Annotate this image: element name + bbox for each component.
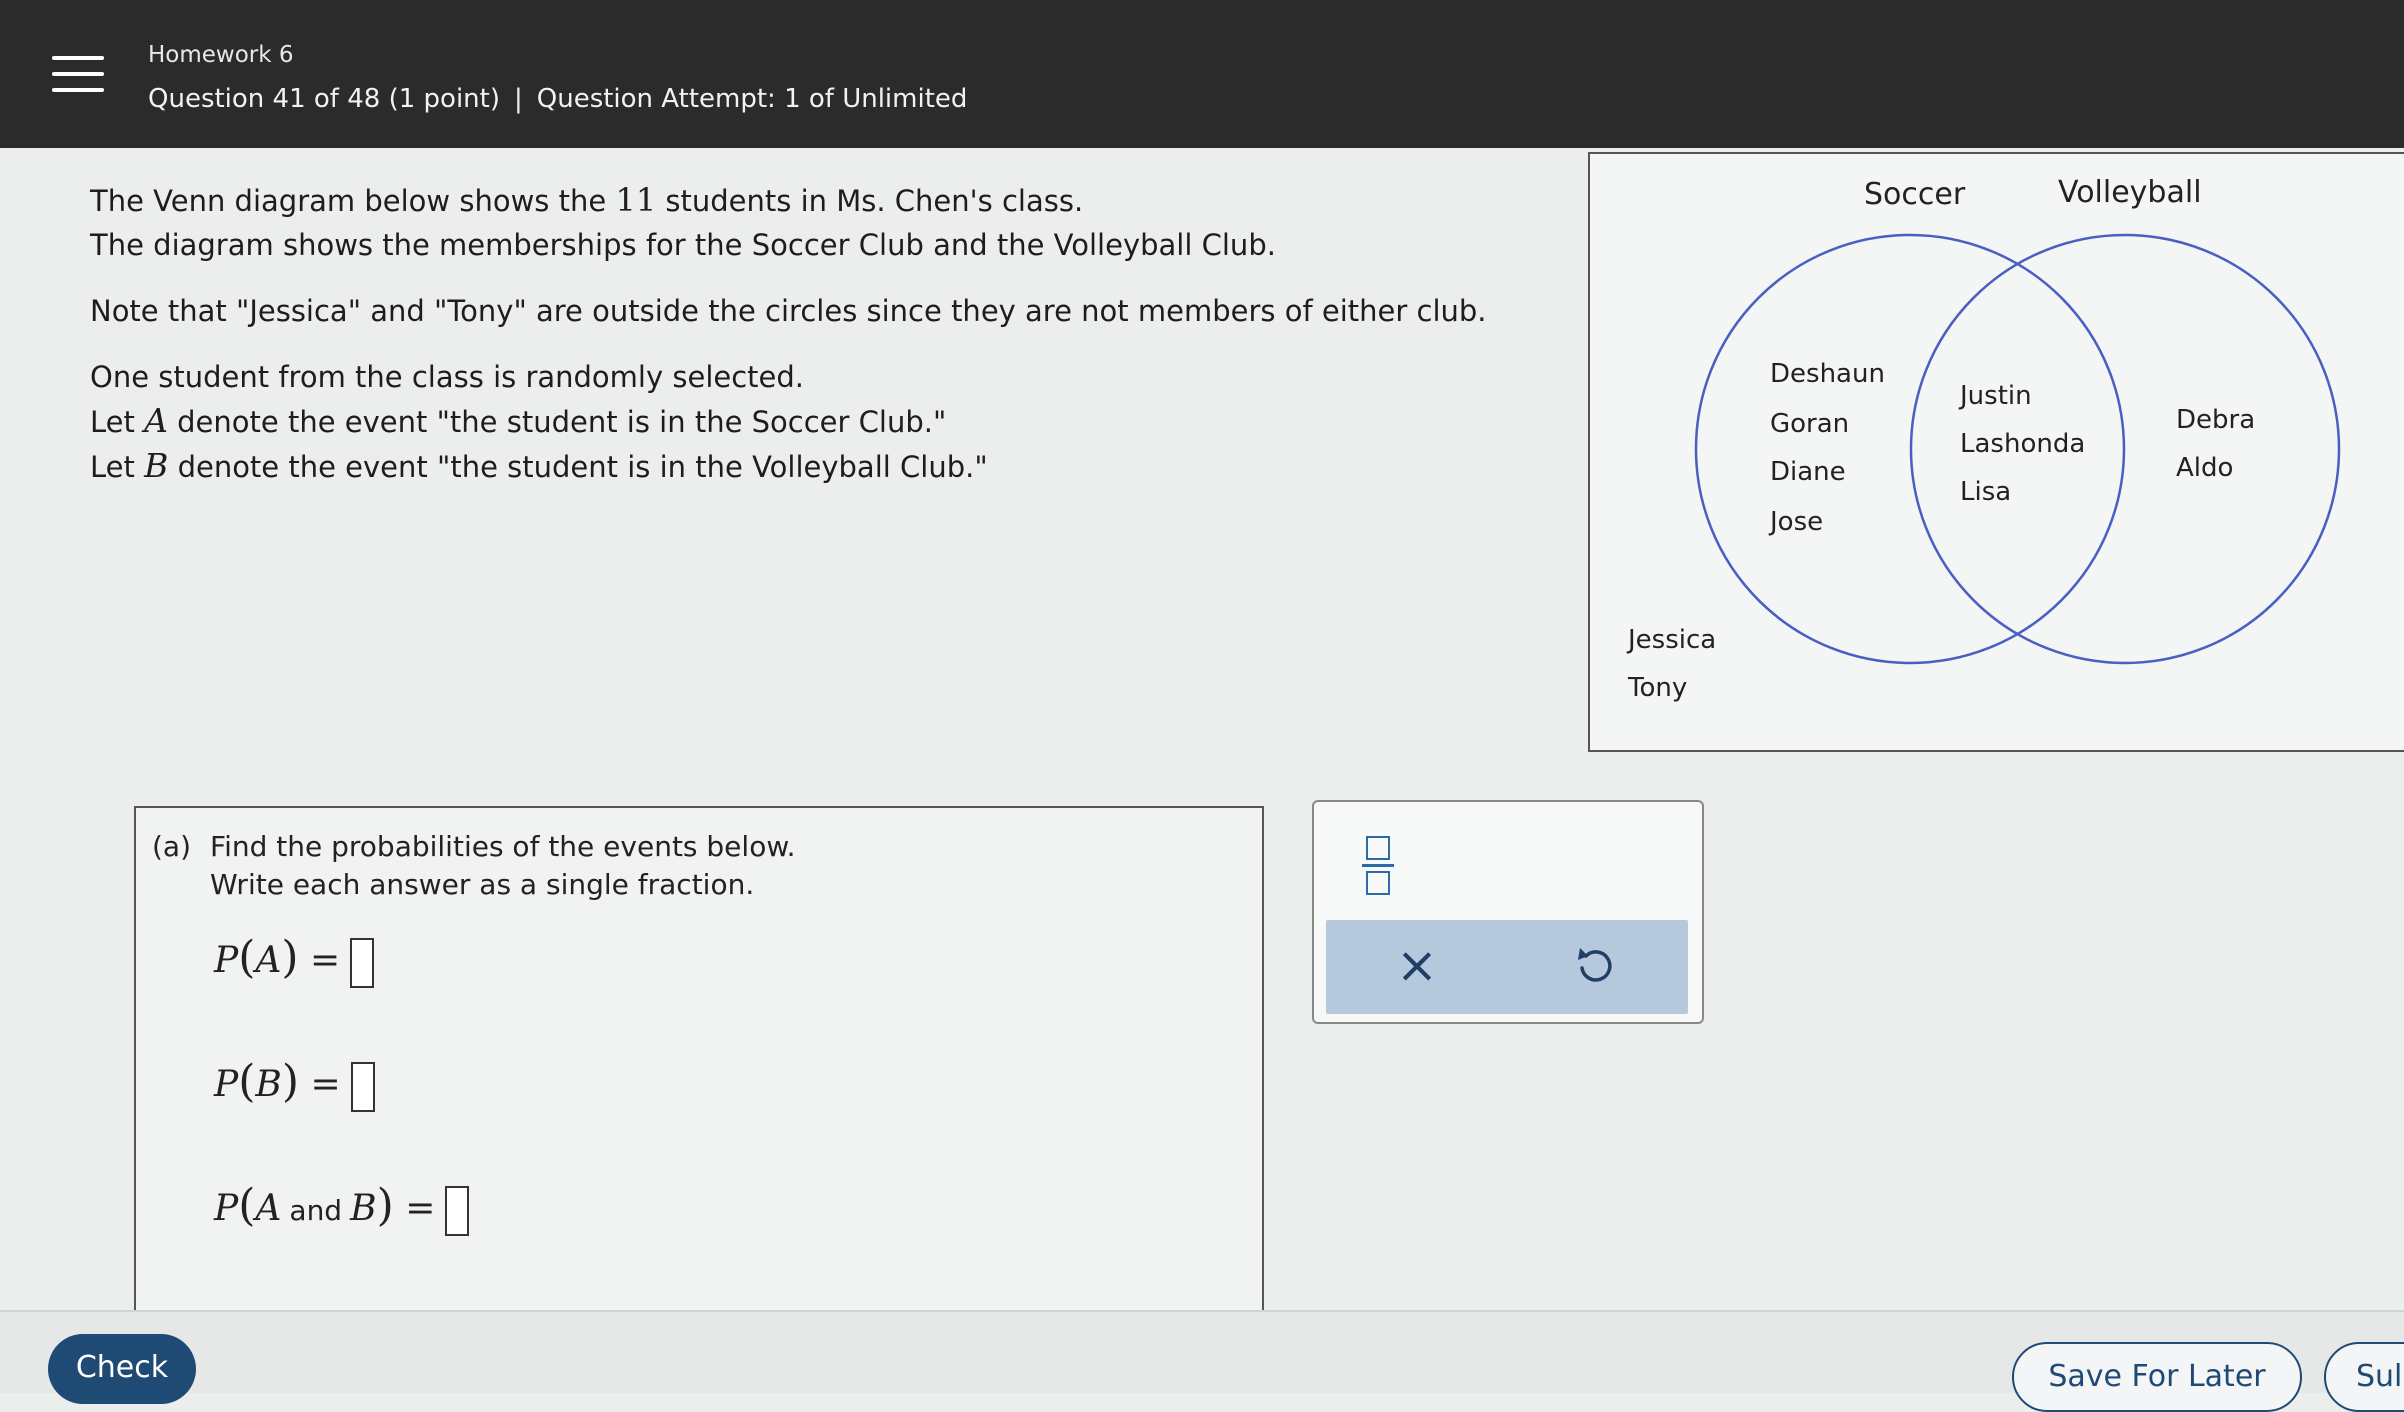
check-button[interactable]: Check: [48, 1334, 196, 1404]
venn-name: Aldo: [2176, 453, 2233, 483]
prob-a-input[interactable]: [350, 938, 375, 988]
stem-note: Note that "Jessica" and "Tony" are outsi…: [90, 294, 1487, 328]
top-bar: Homework 6 Question 41 of 48 (1 point) | Q…: [0, 0, 2404, 148]
soccer-label: Soccer: [1864, 177, 1966, 212]
venn-diagram: Soccer Volleyball Deshaun Goran Diane Jo…: [1588, 152, 2404, 752]
student-count: 11: [615, 181, 657, 219]
undo-icon[interactable]: [1574, 942, 1614, 992]
part-a-tag: (a): [152, 830, 192, 863]
stem-select: One student from the class is randomly s…: [90, 360, 804, 394]
stem-let-b: Let B denote the event "the student is i…: [90, 446, 988, 485]
venn-name: Tony: [1627, 673, 1687, 703]
venn-name: Jessica: [1626, 625, 1716, 655]
question-stem: The Venn diagram below shows the 11 stud…: [90, 178, 1530, 489]
answer-toolbox: ×: [1312, 800, 1704, 1024]
venn-name: Justin: [1958, 381, 2032, 411]
venn-name: Diane: [1770, 457, 1846, 487]
venn-name: Deshaun: [1770, 359, 1885, 389]
venn-name: Lashonda: [1960, 429, 2085, 459]
part-a-panel: (a) Find the probabilities of the events …: [134, 806, 1264, 1326]
prob-b-input[interactable]: [350, 1062, 375, 1112]
question-attempt: Question Attempt: 1 of Unlimited: [536, 84, 968, 114]
prob-a-row: P(A) =: [214, 932, 375, 988]
homework-title: Homework 6: [148, 42, 294, 68]
venn-name: Goran: [1770, 409, 1849, 439]
prob-b-row: P(B) =: [214, 1056, 375, 1112]
stem-line-1: The Venn diagram below shows the 11 stud…: [90, 181, 1084, 219]
prob-a-and-b-row: P(A and B) =: [214, 1180, 470, 1236]
event-a-var: A: [144, 401, 168, 440]
submit-button[interactable]: Sul: [2324, 1342, 2404, 1412]
hamburger-menu-icon[interactable]: [52, 56, 104, 100]
part-a-instructions: (a) Find the probabilities of the events …: [152, 830, 796, 901]
venn-name: Jose: [1768, 507, 1823, 537]
header-separator: |: [513, 84, 523, 114]
prob-a-and-b-input[interactable]: [445, 1186, 470, 1236]
fraction-template-icon[interactable]: [1362, 836, 1394, 898]
stem-line-2: The diagram shows the memberships for th…: [90, 228, 1276, 262]
venn-svg: Soccer Volleyball Deshaun Goran Diane Jo…: [1626, 175, 2341, 703]
question-info: Question 41 of 48 (1 point) | Question Att…: [148, 84, 967, 114]
stem-let-a: Let A denote the event "the student is i…: [90, 401, 947, 440]
venn-name: Lisa: [1960, 477, 2011, 507]
event-b-var: B: [144, 446, 169, 485]
tool-actions-bar: ×: [1326, 920, 1688, 1014]
venn-name: Debra: [2176, 405, 2255, 435]
save-for-later-button[interactable]: Save For Later: [2012, 1342, 2302, 1412]
question-progress: Question 41 of 48 (1 point): [148, 84, 500, 114]
clear-icon[interactable]: ×: [1396, 936, 1438, 994]
volleyball-label: Volleyball: [2058, 175, 2202, 210]
